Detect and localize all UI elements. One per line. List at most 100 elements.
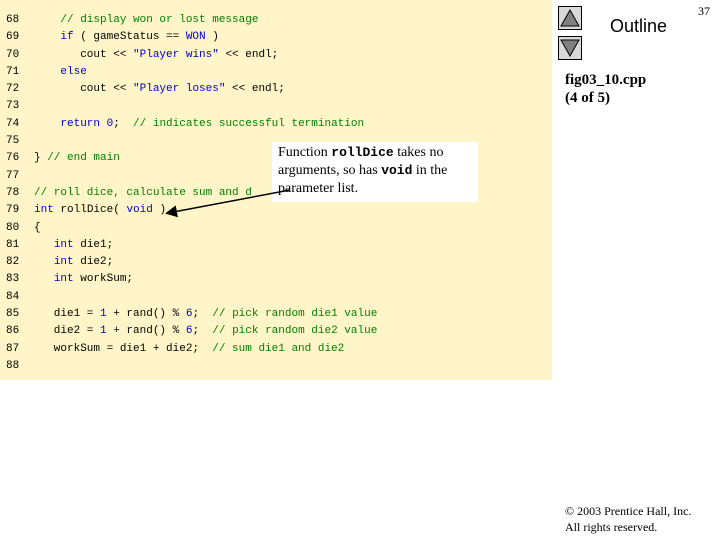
code-text: // display won or lost message: [34, 12, 258, 29]
code-token: // end main: [47, 152, 120, 165]
line-number: 84: [6, 290, 20, 303]
code-token: cout <<: [34, 83, 134, 96]
line-number: 88: [6, 359, 20, 372]
code-token: die2;: [73, 256, 114, 269]
code-token: {: [34, 221, 41, 234]
line-number: 81: [6, 238, 20, 251]
code-text: int workSum;: [34, 271, 133, 288]
code-token: ): [152, 204, 167, 217]
code-text: workSum = die1 + die2; // sum die1 and d…: [34, 341, 344, 358]
figure-page: (4 of 5): [565, 90, 610, 106]
code-token: rollDice(: [53, 204, 127, 217]
code-text: die1 = 1 + rand() % 6; // pick random di…: [34, 306, 378, 323]
code-token: ( gameStatus ==: [73, 31, 186, 44]
callout-void-keyword: void: [381, 163, 413, 178]
rights-line: All rights reserved.: [565, 520, 658, 534]
line-number: 83: [6, 273, 20, 286]
line-number: 78: [6, 186, 20, 199]
triangle-down-icon: [560, 39, 580, 58]
code-token: ): [205, 31, 219, 44]
code-token: << endl;: [225, 83, 285, 96]
code-text: int rollDice( void ): [34, 202, 166, 219]
code-token: + rand() %: [106, 325, 186, 338]
outline-title[interactable]: Outline: [610, 16, 667, 37]
code-text: int die1;: [34, 237, 113, 254]
line-number: 80: [6, 221, 20, 234]
line-number: 86: [6, 325, 20, 338]
code-token: }: [34, 152, 48, 165]
code-text: cout << "Player wins" << endl;: [34, 47, 278, 64]
line-number: 73: [6, 100, 20, 113]
line-number: 79: [6, 204, 20, 217]
code-token: // roll dice, calculate sum and d: [34, 186, 252, 199]
code-token: ;: [113, 117, 134, 130]
code-token: "Player loses": [133, 83, 226, 96]
line-number: 82: [6, 256, 20, 269]
code-token: "Player wins": [133, 48, 219, 61]
code-token: // sum die1 and die2: [212, 342, 345, 355]
copyright-line: © 2003 Prentice Hall, Inc.: [565, 504, 692, 518]
code-text: cout << "Player loses" << endl;: [34, 81, 285, 98]
code-token: die2 =: [34, 325, 101, 338]
line-number: 70: [6, 48, 20, 61]
code-token: int: [53, 238, 74, 251]
line-number: 75: [6, 135, 20, 148]
code-text: if ( gameStatus == WON ): [34, 29, 219, 46]
code-token: ;: [192, 308, 213, 321]
callout-function-name: rollDice: [331, 145, 394, 160]
code-token: + rand() %: [106, 308, 186, 321]
line-number: 69: [6, 31, 20, 44]
callout-note: Function rollDice takes no arguments, so…: [272, 142, 478, 202]
triangle-up-icon: [560, 8, 580, 27]
code-text: return 0; // indicates successful termin…: [34, 116, 364, 133]
code-token: void: [126, 204, 153, 217]
page-number: 37: [698, 4, 710, 18]
code-token: // pick random die1 value: [212, 308, 378, 321]
code-token: 1: [100, 325, 107, 338]
figure-name: fig03_10.cpp: [565, 72, 647, 88]
line-number: 77: [6, 169, 20, 182]
code-token: // indicates successful termination: [133, 117, 365, 130]
code-token: die1;: [73, 238, 114, 251]
line-number: 71: [6, 65, 20, 78]
code-token: // display won or lost message: [60, 14, 259, 26]
code-token: ;: [192, 325, 213, 338]
code-token: die1 =: [34, 308, 101, 321]
code-token: workSum;: [73, 273, 134, 286]
code-text: else: [34, 64, 87, 81]
line-number: 85: [6, 308, 20, 321]
code-token: else: [60, 65, 87, 78]
line-number: 68: [6, 14, 20, 26]
next-slide-button[interactable]: [558, 36, 582, 60]
code-text: // roll dice, calculate sum and d: [34, 185, 252, 202]
code-token: << endl;: [218, 48, 279, 61]
code-token: WON: [185, 31, 206, 44]
code-text: {: [34, 220, 41, 237]
code-token: // pick random die2 value: [212, 325, 378, 338]
code-token: if: [60, 31, 74, 44]
line-number: 72: [6, 83, 20, 96]
code-token: int: [34, 204, 54, 217]
code-token: workSum = die1 + die2;: [34, 342, 213, 355]
line-number: 87: [6, 342, 20, 355]
code-text: } // end main: [34, 150, 120, 167]
line-number: 74: [6, 117, 20, 130]
callout-text-pre: Function: [278, 145, 332, 160]
code-token: cout <<: [34, 48, 134, 61]
code-text: int die2;: [34, 254, 113, 271]
code-text: die2 = 1 + rand() % 6; // pick random di…: [34, 323, 378, 340]
code-token: return: [60, 117, 101, 130]
line-number: 76: [6, 152, 20, 165]
previous-slide-button[interactable]: [558, 6, 582, 30]
code-token: int: [53, 273, 74, 286]
code-token: 1: [100, 308, 107, 321]
copyright-notice: © 2003 Prentice Hall, Inc. All rights re…: [565, 503, 691, 535]
